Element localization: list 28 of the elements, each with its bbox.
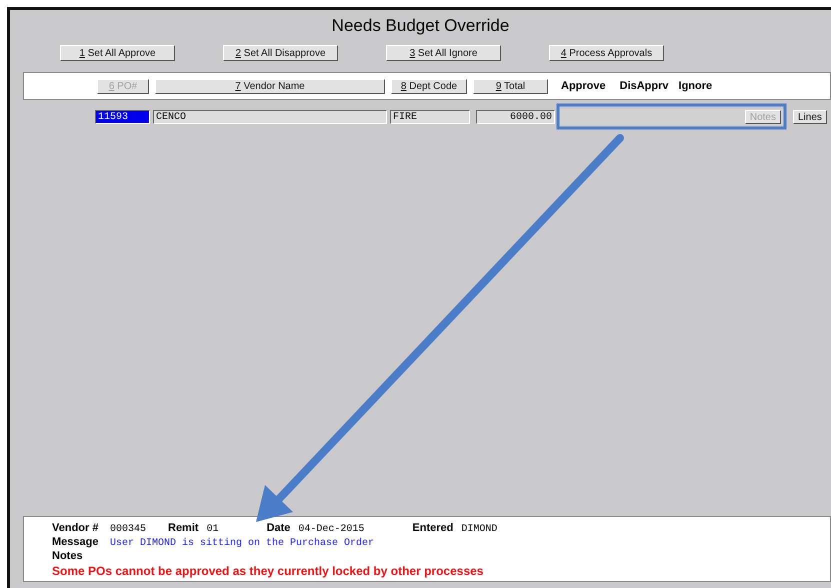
column-sort-button[interactable]: 9 Total — [473, 78, 548, 94]
column-heading: Approve — [561, 80, 606, 92]
total-cell: 6000.00 — [476, 110, 555, 124]
window-title: Needs Budget Override — [330, 15, 510, 37]
column-sort-button[interactable]: 8 Dept Code — [391, 78, 467, 94]
action-button[interactable]: 3 Set All Ignore — [386, 45, 501, 61]
action-button[interactable]: 2 Set All Disapprove — [223, 45, 338, 61]
message-text: User DIMOND is sitting on the Purchase Order — [110, 538, 374, 549]
column-heading: DisApprv — [620, 80, 669, 92]
field-value: 01 — [206, 524, 220, 535]
vendor-name-cell: CENCO — [153, 110, 387, 124]
lines-button[interactable]: Lines — [793, 110, 827, 124]
column-sort-button[interactable]: 7 Vendor Name — [155, 78, 385, 94]
po-number-cell[interactable]: 11593 — [95, 110, 150, 124]
field-label: Date — [266, 522, 290, 534]
field-label: Message — [52, 536, 100, 548]
field-label: Vendor # — [52, 522, 100, 534]
field-value: 04-Dec-2015 — [298, 524, 366, 535]
field-label: Notes — [52, 550, 84, 562]
field-value: DIMOND — [461, 524, 498, 535]
action-button[interactable]: 1 Set All Approve — [60, 45, 175, 61]
field-value: 000345 — [110, 524, 148, 535]
dept-code-cell: FIRE — [390, 110, 470, 124]
error-message: Some POs cannot be approved as they currently locked by other processes — [52, 564, 484, 578]
field-label: Remit — [168, 522, 199, 534]
field-label: Entered — [412, 522, 454, 534]
action-button[interactable]: 4 Process Approvals — [549, 45, 664, 61]
column-heading: Ignore — [678, 80, 712, 92]
